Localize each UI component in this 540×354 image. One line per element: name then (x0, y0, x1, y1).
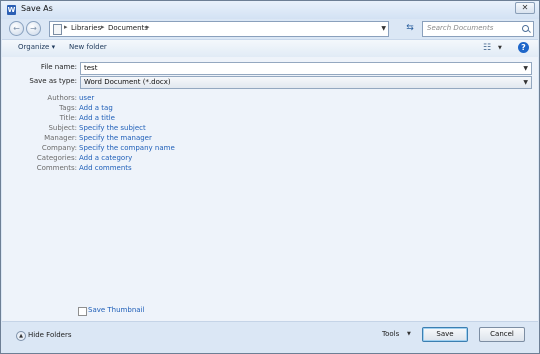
back-button[interactable]: ← (9, 21, 24, 36)
savetype-value: Word Document (*.docx) (84, 78, 171, 86)
address-dropdown-icon[interactable]: ▼ (381, 25, 386, 32)
authors-label: Authors: (47, 94, 77, 102)
command-toolbar: Organize ▾ New folder ☷ ▼ ? (2, 39, 538, 58)
categories-value[interactable]: Add a category (79, 154, 132, 162)
word-app-icon: W (7, 5, 16, 15)
tools-button[interactable]: Tools (382, 330, 399, 338)
company-value[interactable]: Specify the company name (79, 144, 175, 152)
hide-folders-button[interactable]: Hide Folders (28, 331, 71, 339)
save-as-dialog: W Save As ✕ ← → ▸ Libraries ▸ Documents … (0, 0, 540, 354)
comments-value[interactable]: Add comments (79, 164, 132, 172)
filename-input[interactable]: test ▼ (80, 62, 532, 75)
close-button[interactable]: ✕ (515, 2, 535, 14)
search-icon (522, 25, 529, 32)
address-bar[interactable]: ▸ Libraries ▸ Documents ▸ ▼ (49, 21, 389, 37)
filename-value: test (84, 64, 98, 72)
categories-label: Categories: (36, 154, 77, 162)
navigation-bar: ← → ▸ Libraries ▸ Documents ▸ ▼ ⇆ Search… (1, 19, 539, 39)
breadcrumb-documents[interactable]: Documents (108, 24, 148, 32)
bottom-bar: ▲ Hide Folders Tools ▼ Save Cancel (2, 321, 538, 353)
help-icon[interactable]: ? (518, 42, 529, 53)
savetype-label: Save as type: (29, 77, 77, 85)
comments-label: Comments: (36, 164, 77, 172)
search-input[interactable]: Search Documents (422, 21, 534, 37)
folder-location-icon (53, 24, 62, 35)
savetype-select[interactable]: Word Document (*.docx) ▼ (80, 76, 532, 89)
title-label: Title: (59, 114, 77, 122)
subject-value[interactable]: Specify the subject (79, 124, 146, 132)
manager-label: Manager: (44, 134, 77, 142)
refresh-icon[interactable]: ⇆ (402, 21, 418, 35)
save-thumbnail-label[interactable]: Save Thumbnail (88, 306, 144, 314)
form-area: File name: test ▼ Save as type: Word Doc… (2, 57, 538, 321)
authors-value[interactable]: user (79, 94, 94, 102)
breadcrumb-separator-icon[interactable]: ▸ (146, 23, 150, 31)
forward-button[interactable]: → (26, 21, 41, 36)
cancel-button[interactable]: Cancel (479, 327, 525, 342)
filename-label: File name: (40, 63, 77, 71)
new-folder-button[interactable]: New folder (69, 43, 107, 51)
tags-value[interactable]: Add a tag (79, 104, 113, 112)
breadcrumb-separator-icon[interactable]: ▸ (101, 23, 105, 31)
title-bar: W Save As ✕ (1, 1, 539, 19)
save-button[interactable]: Save (422, 327, 468, 342)
search-placeholder: Search Documents (427, 24, 494, 32)
tags-label: Tags: (59, 104, 77, 112)
company-label: Company: (41, 144, 77, 152)
chevron-up-icon[interactable]: ▲ (16, 331, 26, 341)
title-value[interactable]: Add a title (79, 114, 115, 122)
manager-value[interactable]: Specify the manager (79, 134, 152, 142)
breadcrumb-libraries[interactable]: Libraries (71, 24, 101, 32)
savetype-dropdown-icon[interactable]: ▼ (523, 79, 528, 86)
filename-dropdown-icon[interactable]: ▼ (523, 65, 528, 72)
view-dropdown-icon[interactable]: ▼ (498, 45, 502, 51)
subject-label: Subject: (48, 124, 77, 132)
view-options-icon[interactable]: ☷ (483, 43, 491, 53)
save-thumbnail-checkbox[interactable] (78, 307, 87, 316)
tools-dropdown-icon[interactable]: ▼ (407, 331, 411, 337)
organize-button[interactable]: Organize ▾ (18, 43, 55, 51)
window-title: Save As (21, 4, 53, 13)
breadcrumb-separator-icon[interactable]: ▸ (64, 23, 68, 31)
